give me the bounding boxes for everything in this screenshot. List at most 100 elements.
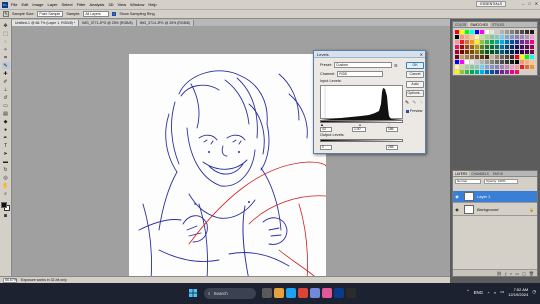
color-swatch[interactable]: [485, 40, 489, 44]
shape-tool-icon[interactable]: ▬: [2, 158, 10, 165]
mask-icon[interactable]: ◐: [510, 271, 512, 276]
menu-file[interactable]: File: [11, 2, 17, 7]
color-swatch[interactable]: [510, 65, 514, 69]
color-swatch[interactable]: [490, 45, 494, 49]
browser-icon[interactable]: [286, 288, 296, 298]
hand-tool-icon[interactable]: ✋: [2, 182, 10, 189]
color-swatch[interactable]: [500, 65, 504, 69]
color-swatch[interactable]: [525, 35, 529, 39]
color-swatch[interactable]: [455, 70, 459, 74]
color-swatch[interactable]: [455, 55, 459, 59]
menu-edit[interactable]: Edit: [21, 2, 28, 7]
color-swatch[interactable]: [480, 50, 484, 54]
color-swatch[interactable]: [525, 60, 529, 64]
channel-select[interactable]: RGB: [337, 71, 384, 77]
3d-orbit-tool-icon[interactable]: ◎: [2, 174, 10, 181]
quick-select-tool-icon[interactable]: ✧: [2, 46, 10, 53]
white-eyedropper-icon[interactable]: ✎: [419, 100, 423, 106]
new-group-icon[interactable]: ▭: [515, 271, 519, 276]
input-white-field[interactable]: 186: [386, 127, 398, 132]
gradient-tool-icon[interactable]: ▤: [2, 110, 10, 117]
3d-rotate-tool-icon[interactable]: ↻: [2, 166, 10, 173]
menu-view[interactable]: View: [118, 2, 127, 7]
menu-3d[interactable]: 3D: [108, 2, 113, 7]
language-indicator[interactable]: ENG: [474, 290, 483, 295]
color-swatch[interactable]: [530, 40, 534, 44]
new-layer-icon[interactable]: ▢: [522, 271, 526, 276]
color-swatch[interactable]: [470, 60, 474, 64]
input-gamma-field[interactable]: 1.00: [352, 127, 366, 132]
color-swatch[interactable]: [500, 30, 504, 34]
menu-help[interactable]: Help: [148, 2, 156, 7]
volume-icon[interactable]: ◖: [494, 290, 497, 295]
gray-eyedropper-icon[interactable]: ✎: [412, 100, 416, 106]
color-swatch[interactable]: [475, 50, 479, 54]
color-swatch[interactable]: [505, 35, 509, 39]
eye-icon[interactable]: ◉: [453, 194, 461, 199]
color-swatch[interactable]: [490, 40, 494, 44]
layer-row-background[interactable]: ◉ Background 🔒: [453, 204, 537, 216]
color-swatch[interactable]: [500, 40, 504, 44]
auto-button[interactable]: Auto: [406, 81, 424, 88]
color-swatch[interactable]: [490, 70, 494, 74]
color-swatch[interactable]: [460, 35, 464, 39]
color-swatch[interactable]: [520, 55, 524, 59]
eyedropper-tool-icon[interactable]: ✎: [3, 11, 9, 17]
color-swatch[interactable]: [500, 70, 504, 74]
sample-size-select[interactable]: Point Sample: [37, 11, 64, 17]
color-swatch[interactable]: [505, 55, 509, 59]
color-swatch[interactable]: [470, 40, 474, 44]
color-swatch[interactable]: [490, 65, 494, 69]
app-icon-2[interactable]: [322, 288, 332, 298]
color-swatch[interactable]: [465, 70, 469, 74]
color-swatch[interactable]: [495, 60, 499, 64]
color-swatch[interactable]: [505, 40, 509, 44]
color-swatch[interactable]: [485, 50, 489, 54]
color-swatch[interactable]: [520, 35, 524, 39]
color-swatch[interactable]: [495, 35, 499, 39]
color-swatch[interactable]: [455, 65, 459, 69]
drawing-canvas[interactable]: [129, 54, 326, 280]
color-swatch[interactable]: [470, 50, 474, 54]
color-swatch[interactable]: [485, 35, 489, 39]
color-swatch[interactable]: [525, 45, 529, 49]
color-swatch[interactable]: [475, 55, 479, 59]
tab-color[interactable]: COLOR: [453, 22, 468, 27]
chevron-up-icon[interactable]: ⌃: [466, 289, 470, 295]
notification-bell-icon[interactable]: ◷: [532, 289, 536, 295]
wifi-icon[interactable]: ◔: [487, 290, 490, 295]
lasso-tool-icon[interactable]: ◌: [2, 38, 10, 45]
preset-select[interactable]: Custom: [334, 62, 393, 68]
file-explorer-icon[interactable]: [274, 288, 284, 298]
color-swatch[interactable]: [500, 50, 504, 54]
color-swatch[interactable]: [480, 55, 484, 59]
color-swatch[interactable]: [515, 30, 519, 34]
color-swatch[interactable]: [530, 60, 534, 64]
color-swatch[interactable]: [465, 65, 469, 69]
color-swatch[interactable]: [475, 65, 479, 69]
maximize-button[interactable]: □: [528, 1, 530, 6]
color-swatch[interactable]: [485, 70, 489, 74]
healing-brush-tool-icon[interactable]: ✚: [2, 70, 10, 77]
blend-mode-select[interactable]: Normal: [455, 179, 481, 184]
color-swatch[interactable]: [455, 35, 459, 39]
close-window-button[interactable]: ✕: [535, 1, 538, 6]
color-swatch[interactable]: [500, 55, 504, 59]
color-swatch[interactable]: [515, 45, 519, 49]
color-swatch[interactable]: [470, 45, 474, 49]
output-black-field[interactable]: 0: [320, 145, 332, 150]
color-swatch[interactable]: [475, 30, 479, 34]
app-icon-1[interactable]: [262, 288, 272, 298]
color-swatch[interactable]: [485, 30, 489, 34]
color-swatch[interactable]: [525, 30, 529, 34]
menu-filter[interactable]: Filter: [77, 2, 86, 7]
move-tool-icon[interactable]: ✥: [2, 22, 10, 29]
opacity-field[interactable]: Opacity: 100%: [484, 179, 518, 184]
color-swatch[interactable]: [480, 70, 484, 74]
color-swatch[interactable]: [505, 30, 509, 34]
tab-styles[interactable]: STYLES: [490, 22, 506, 27]
color-swatch[interactable]: [505, 65, 509, 69]
link-layers-icon[interactable]: ⛓: [497, 271, 502, 276]
color-swatch[interactable]: [470, 35, 474, 39]
eyedropper-tool-icon[interactable]: ✎: [1, 62, 10, 69]
